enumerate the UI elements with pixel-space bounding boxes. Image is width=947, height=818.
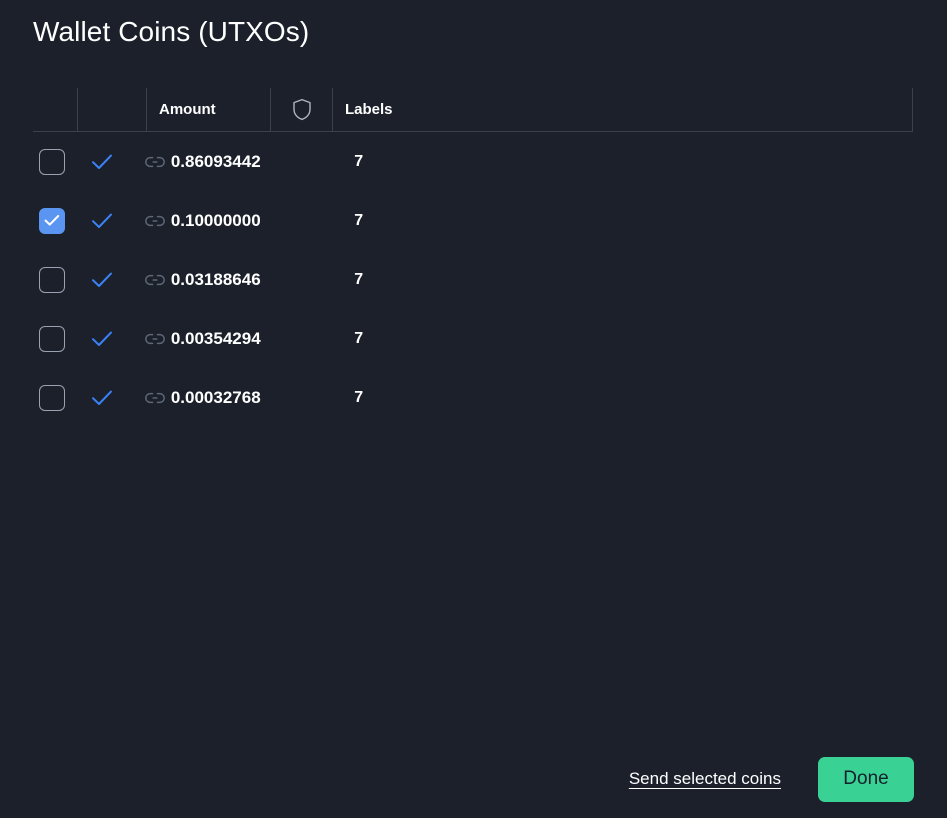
confirmed-check-icon	[91, 153, 113, 171]
row-select-cell[interactable]	[33, 309, 72, 368]
row-amount-cell: 0.00354294	[133, 309, 342, 368]
coin-amount: 0.03188646	[170, 269, 261, 289]
column-header-status	[77, 88, 146, 131]
confirmed-check-icon	[91, 271, 113, 289]
checkbox-unchecked[interactable]	[39, 325, 66, 352]
coin-amount: 0.86093442	[170, 151, 261, 171]
row-confirmation-cell	[72, 191, 133, 250]
confirmed-check-icon	[91, 389, 113, 407]
dialog-footer: Send selected coins Done	[0, 740, 947, 818]
row-select-cell[interactable]	[33, 250, 72, 309]
row-amount-cell: 0.03188646	[133, 250, 342, 309]
row-confirmation-cell	[72, 309, 133, 368]
coin-amount: 0.00032768	[170, 387, 261, 407]
table-row[interactable]: 0.00354294 7	[33, 309, 913, 368]
coin-amount: 0.10000000	[170, 210, 261, 230]
confirmed-check-icon	[91, 330, 113, 348]
page-title: Wallet Coins (UTXOs)	[33, 16, 310, 47]
row-labels-cell	[398, 368, 913, 427]
row-confirmation-cell	[72, 368, 133, 427]
column-header-labels[interactable]: Labels	[332, 88, 913, 131]
row-select-cell[interactable]	[33, 191, 72, 250]
check-icon	[44, 214, 60, 227]
column-header-amount[interactable]: Amount	[146, 88, 270, 131]
done-button[interactable]: Done	[818, 756, 914, 802]
confirmed-check-icon	[91, 212, 113, 230]
row-labels-cell	[398, 250, 913, 309]
table-row[interactable]: 0.86093442 7	[33, 132, 913, 191]
checkbox-unchecked[interactable]	[39, 384, 66, 411]
coin-amount: 0.00354294	[170, 328, 261, 348]
row-labels-cell	[398, 309, 913, 368]
row-amount-cell: 0.00032768	[133, 368, 342, 427]
privacy-score: 7	[354, 270, 364, 288]
column-header-privacy[interactable]	[270, 88, 332, 131]
privacy-score: 7	[354, 211, 364, 229]
link-icon	[144, 333, 165, 345]
row-labels-cell	[398, 132, 913, 191]
link-icon	[144, 215, 165, 227]
row-privacy-cell: 7	[342, 309, 398, 368]
wallet-coins-dialog: Wallet Coins (UTXOs) Amount Labels 0.860…	[0, 0, 947, 818]
row-labels-cell	[398, 191, 913, 250]
row-amount-cell: 0.86093442	[133, 132, 342, 191]
checkbox-checked[interactable]	[39, 207, 66, 234]
row-select-cell[interactable]	[33, 132, 72, 191]
row-confirmation-cell	[72, 250, 133, 309]
row-select-cell[interactable]	[33, 368, 72, 427]
row-confirmation-cell	[72, 132, 133, 191]
table-row[interactable]: 0.00032768 7	[33, 368, 913, 427]
shield-icon	[292, 98, 312, 121]
row-privacy-cell: 7	[342, 132, 398, 191]
row-amount-cell: 0.10000000	[133, 191, 342, 250]
table-header-row: Amount Labels	[33, 88, 913, 132]
table-row[interactable]: 0.03188646 7	[33, 250, 913, 309]
row-privacy-cell: 7	[342, 368, 398, 427]
privacy-score: 7	[354, 152, 364, 170]
checkbox-unchecked[interactable]	[39, 266, 66, 293]
send-selected-coins-link[interactable]: Send selected coins	[629, 769, 781, 789]
link-icon	[144, 156, 165, 168]
link-icon	[144, 274, 165, 286]
checkbox-unchecked[interactable]	[39, 148, 66, 175]
row-privacy-cell: 7	[342, 250, 398, 309]
privacy-score: 7	[354, 388, 364, 406]
table-body: 0.86093442 7 0.10000000 7 0.03188646 7 0.00354…	[33, 132, 913, 427]
row-privacy-cell: 7	[342, 191, 398, 250]
privacy-score: 7	[354, 329, 364, 347]
table-row[interactable]: 0.10000000 7	[33, 191, 913, 250]
column-header-select	[33, 88, 77, 131]
link-icon	[144, 392, 165, 404]
coins-table: Amount Labels 0.86093442 7 0.10000000 7 0.03…	[33, 88, 913, 427]
